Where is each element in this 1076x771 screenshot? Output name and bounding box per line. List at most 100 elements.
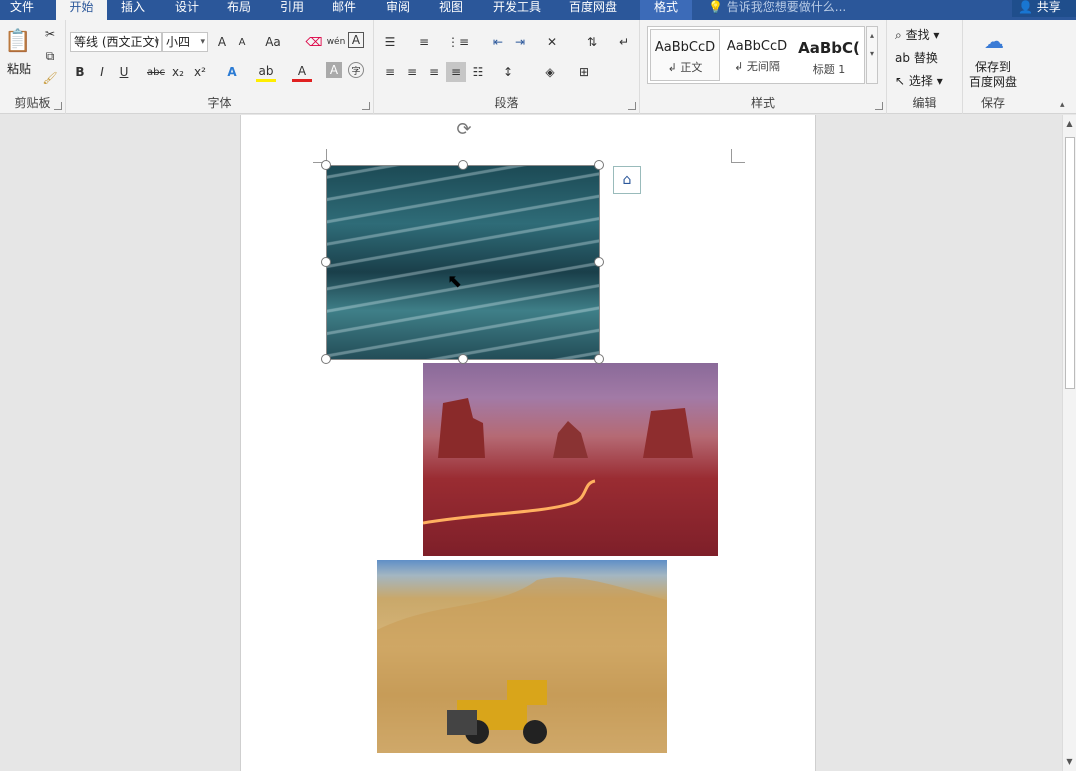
replace-icon: ab: [895, 51, 910, 65]
bold-button[interactable]: B: [70, 62, 90, 82]
scroll-up-icon[interactable]: ▲: [1065, 119, 1074, 128]
style-name: ↲ 正文: [667, 61, 703, 74]
find-button[interactable]: ⌕ 查找 ▾: [895, 26, 939, 43]
group-save: ☁ 保存到 百度网盘 保存: [963, 20, 1023, 114]
tab-baidu-netdisk[interactable]: 百度网盘: [560, 0, 626, 20]
superscript-button[interactable]: x²: [190, 62, 210, 82]
style-normal[interactable]: AaBbCcD ↲ 正文: [650, 29, 720, 81]
multilevel-list-icon[interactable]: ⋮≡: [447, 32, 469, 52]
resize-handle-e[interactable]: [594, 257, 604, 267]
resize-handle-nw[interactable]: [321, 160, 331, 170]
rotate-handle-icon[interactable]: ⟳: [454, 120, 474, 140]
decrease-indent-icon[interactable]: ⇤: [488, 32, 508, 52]
dialog-launcher-paragraph[interactable]: [628, 102, 636, 110]
change-case-icon[interactable]: Aa: [260, 32, 286, 52]
tab-layout[interactable]: 布局: [218, 0, 260, 20]
layout-options-icon[interactable]: ⌂: [613, 166, 641, 194]
paste-button[interactable]: 粘贴: [4, 60, 34, 77]
resize-handle-ne[interactable]: [594, 160, 604, 170]
resize-handle-n[interactable]: [458, 160, 468, 170]
shading-icon[interactable]: ◈: [540, 62, 560, 82]
bullets-icon[interactable]: ☰: [380, 32, 400, 52]
dialog-launcher-clipboard[interactable]: [54, 102, 62, 110]
tab-format[interactable]: 格式: [640, 0, 692, 20]
resize-handle-s[interactable]: [458, 354, 468, 364]
increase-indent-icon[interactable]: ⇥: [510, 32, 530, 52]
scroll-down-icon[interactable]: ▼: [1065, 757, 1074, 766]
resize-handle-se[interactable]: [594, 354, 604, 364]
chinese-layout-icon[interactable]: ✕: [542, 32, 562, 52]
resize-handle-w[interactable]: [321, 257, 331, 267]
char-border-icon[interactable]: A: [348, 32, 364, 48]
tab-mailings[interactable]: 邮件: [323, 0, 365, 20]
collapse-ribbon-icon[interactable]: ▴: [1060, 100, 1065, 110]
share-button[interactable]: 👤 共享: [1012, 0, 1076, 17]
quarry-scene: [377, 577, 667, 753]
ribbon-home: 📋 粘贴 ✂ ⧉ 🖌 剪贴板 等线 (西文正文) 小四 A A Aa ⌫ wén…: [0, 20, 1076, 114]
group-styles: AaBbCcD ↲ 正文 AaBbCcD ↲ 无间隔 AaBbC( 标题 1 ▴…: [640, 20, 887, 114]
phonetic-guide-icon[interactable]: wén: [326, 32, 346, 52]
tab-developer[interactable]: 开发工具: [484, 0, 550, 20]
numbering-icon[interactable]: ≡: [414, 32, 434, 52]
desert-scene: [423, 398, 693, 525]
resize-handle-sw[interactable]: [321, 354, 331, 364]
tab-review[interactable]: 审阅: [377, 0, 419, 20]
font-size-dropdown[interactable]: 小四: [162, 32, 208, 52]
style-heading-1[interactable]: AaBbC( 标题 1: [794, 29, 864, 81]
font-color-icon[interactable]: A: [292, 62, 312, 82]
paste-icon[interactable]: 📋: [4, 26, 32, 56]
tab-view[interactable]: 视图: [430, 0, 472, 20]
share-label: 共享: [1036, 0, 1061, 14]
grow-font-icon[interactable]: A: [212, 32, 232, 52]
highlight-icon[interactable]: ab: [256, 62, 276, 82]
replace-button[interactable]: ab 替换: [895, 49, 938, 66]
borders-icon[interactable]: ⊞: [574, 62, 594, 82]
subscript-button[interactable]: x₂: [168, 62, 188, 82]
tab-home[interactable]: 开始: [56, 0, 107, 20]
show-marks-icon[interactable]: ↵: [614, 32, 634, 52]
save-line2: 百度网盘: [968, 75, 1017, 89]
text-effects-icon[interactable]: A: [222, 62, 242, 82]
group-clipboard: 📋 粘贴 ✂ ⧉ 🖌 剪贴板: [0, 20, 66, 114]
align-right-icon[interactable]: ≡: [424, 62, 444, 82]
sort-icon[interactable]: ⇅: [582, 32, 602, 52]
justify-icon[interactable]: ≡: [446, 62, 466, 82]
tab-design[interactable]: 设计: [166, 0, 208, 20]
underline-button[interactable]: U: [114, 62, 134, 82]
tab-references[interactable]: 引用: [271, 0, 313, 20]
strikethrough-button[interactable]: abc: [146, 62, 166, 82]
scroll-thumb[interactable]: [1065, 137, 1075, 389]
distributed-icon[interactable]: ☷: [468, 62, 488, 82]
group-label-paragraph: 段落: [494, 96, 519, 110]
italic-button[interactable]: I: [92, 62, 112, 82]
image-sand-quarry[interactable]: [377, 560, 667, 753]
search-icon: ⌕: [895, 28, 902, 42]
dialog-launcher-styles[interactable]: [875, 102, 883, 110]
baidu-cloud-icon[interactable]: ☁: [981, 28, 1007, 54]
group-label-editing: 编辑: [912, 96, 937, 110]
align-center-icon[interactable]: ≡: [402, 62, 422, 82]
group-label-font: 字体: [207, 96, 232, 110]
style-no-spacing[interactable]: AaBbCcD ↲ 无间隔: [722, 29, 792, 81]
dialog-launcher-font[interactable]: [362, 102, 370, 110]
shrink-font-icon[interactable]: A: [232, 32, 252, 52]
tab-file[interactable]: 文件: [0, 0, 44, 20]
copy-icon[interactable]: ⧉: [40, 46, 60, 66]
vertical-scrollbar[interactable]: ▲ ▼: [1062, 115, 1076, 771]
format-painter-icon[interactable]: 🖌: [40, 68, 60, 88]
select-button[interactable]: ↖ 选择 ▾: [895, 72, 943, 89]
line-spacing-icon[interactable]: ↕: [498, 62, 518, 82]
font-name-dropdown[interactable]: 等线 (西文正文): [70, 32, 162, 52]
image-desert-buttes[interactable]: [423, 363, 718, 556]
styles-scroll[interactable]: ▴ ▾: [866, 26, 878, 84]
cut-icon[interactable]: ✂: [40, 24, 60, 44]
enclose-char-icon[interactable]: 字: [348, 62, 364, 78]
clear-format-icon[interactable]: ⌫: [304, 32, 324, 52]
move-cursor-icon: ⬉: [447, 271, 463, 292]
tab-insert[interactable]: 插入: [112, 0, 154, 20]
char-shading-icon[interactable]: A: [326, 62, 342, 78]
style-sample: AaBbCcD: [654, 40, 716, 55]
align-left-icon[interactable]: ≡: [380, 62, 400, 82]
save-to-baidu-button[interactable]: 保存到 百度网盘: [963, 60, 1023, 90]
tell-me-search[interactable]: 💡 告诉我您想要做什么...: [708, 0, 846, 16]
